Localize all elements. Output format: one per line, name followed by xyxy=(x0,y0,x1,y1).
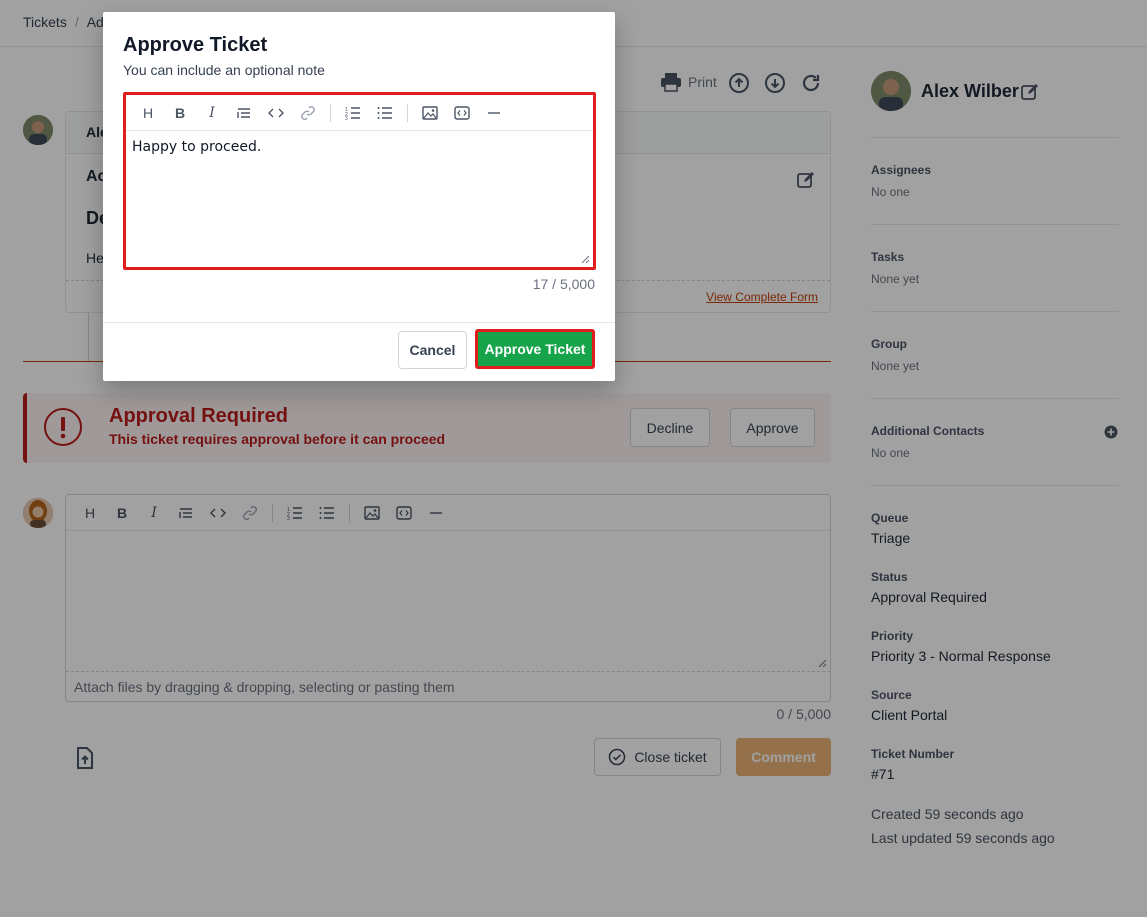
horizontal-rule-button[interactable] xyxy=(478,99,510,127)
embed-button[interactable] xyxy=(446,99,478,127)
bold-icon: B xyxy=(174,104,186,121)
code-icon xyxy=(268,108,284,117)
image-icon xyxy=(422,105,438,120)
toolbar-divider xyxy=(407,103,408,122)
cancel-button[interactable]: Cancel xyxy=(398,331,467,369)
heading-button[interactable]: H xyxy=(132,99,164,127)
heading-icon: H xyxy=(142,104,154,121)
image-button[interactable] xyxy=(414,99,446,127)
code-button[interactable] xyxy=(260,99,292,127)
bullet-list-icon xyxy=(377,106,392,119)
approve-ticket-dialog: Approve Ticket You can include an option… xyxy=(103,12,615,381)
horizontal-rule-icon xyxy=(488,111,500,114)
approval-note-textarea[interactable]: Happy to proceed. xyxy=(126,131,593,163)
bold-button[interactable]: B xyxy=(164,99,196,127)
quote-button[interactable] xyxy=(228,99,260,127)
approval-note-editor: H B I 123 Happy to proceed. xyxy=(123,92,596,270)
italic-icon: I xyxy=(209,104,215,121)
ordered-list-icon: 123 xyxy=(345,107,360,120)
quote-icon xyxy=(237,107,250,118)
italic-button[interactable]: I xyxy=(196,99,228,127)
dialog-title: Approve Ticket xyxy=(123,34,268,56)
toolbar-divider xyxy=(330,103,331,122)
approve-ticket-button[interactable]: Approve Ticket xyxy=(475,329,595,369)
ordered-list-button[interactable]: 123 xyxy=(337,99,369,127)
link-icon xyxy=(301,105,315,120)
link-button[interactable] xyxy=(292,99,324,127)
dialog-footer-divider xyxy=(103,322,615,323)
note-toolbar: H B I 123 xyxy=(126,95,593,131)
dialog-subtitle: You can include an optional note xyxy=(123,62,325,78)
embed-icon xyxy=(454,105,470,120)
resize-handle-icon[interactable] xyxy=(581,255,589,263)
bullet-list-button[interactable] xyxy=(369,99,401,127)
svg-text:3: 3 xyxy=(345,116,348,120)
note-counter: 17 / 5,000 xyxy=(532,276,595,292)
